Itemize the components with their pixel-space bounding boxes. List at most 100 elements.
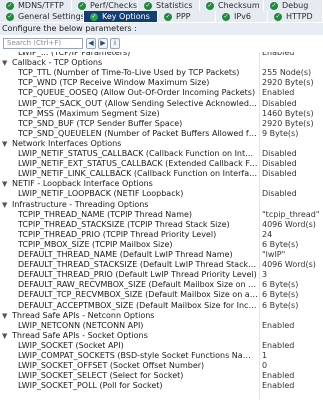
parameter-name: TCPIP_THREAD_PRIO (TCPIP Thread Priority… bbox=[18, 229, 217, 239]
parameter-row[interactable]: LWIP_SOCKET_OFFSET (Socket Offset Number… bbox=[0, 361, 323, 371]
tree-section[interactable]: ▼ Callback - TCP Options bbox=[0, 58, 323, 68]
parameter-value[interactable]: Enabled bbox=[262, 88, 294, 98]
parameter-row[interactable]: DEFAULT_ACCEPTMBOX_SIZE (Default Mailbox… bbox=[0, 301, 323, 311]
parameter-value[interactable]: Disabled bbox=[262, 189, 297, 199]
parameter-row[interactable]: LWIP_NETIF_LOOPBACK (NETIF Loopback) Disa… bbox=[0, 189, 323, 199]
parameter-row[interactable]: LWIP_... (TCP/IP Parameters) Enabled bbox=[0, 52, 323, 58]
parameter-row[interactable]: LWIP_NETIF_LINK_CALLBACK (Callback Funct… bbox=[0, 169, 323, 179]
collapse-arrow-icon[interactable]: ▼ bbox=[2, 140, 7, 148]
parameter-row[interactable]: TCP_QUEUE_OOSEQ (Allow Out-Of-Order Inco… bbox=[0, 88, 323, 98]
tree-section[interactable]: ▼ Thread Safe APIs - Socket Options bbox=[0, 331, 323, 341]
parameter-value[interactable]: Enabled bbox=[262, 52, 294, 58]
check-circle-icon: ✓ bbox=[6, 1, 14, 10]
collapse-arrow-icon[interactable]: ▼ bbox=[2, 59, 7, 67]
parameter-row[interactable]: TCPIP_THREAD_STACKSIZE (TCPIP Thread Sta… bbox=[0, 220, 323, 230]
next-match-button[interactable]: ▶ bbox=[98, 38, 108, 49]
parameter-row[interactable]: TCP_WND (TCP Receive Window Maximum Size… bbox=[0, 78, 323, 88]
parameter-row[interactable]: LWIP_COMPAT_SOCKETS (BSD-style Socket Fu… bbox=[0, 351, 323, 361]
parameter-row[interactable]: TCPIP_THREAD_NAME (TCPIP Thread Name) "tc… bbox=[0, 210, 323, 220]
tab-mdns-tftp[interactable]: ✓ MDNS/TFTP bbox=[0, 0, 72, 11]
tree-section[interactable]: ▼ NETIF - Loopback Interface Options bbox=[0, 179, 323, 189]
tab-debug[interactable]: ✓ Debug bbox=[264, 0, 323, 11]
parameter-value[interactable]: Enabled bbox=[262, 371, 294, 381]
tab-label: Checksum bbox=[218, 1, 260, 10]
parameter-value[interactable]: 2920 Byte(s) bbox=[262, 119, 314, 129]
parameter-value[interactable]: 4096 Word(s) bbox=[262, 220, 316, 230]
parameter-row[interactable]: DEFAULT_RAW_RECVMBOX_SIZE (Default Mailb… bbox=[0, 280, 323, 290]
parameter-value[interactable]: Enabled bbox=[262, 381, 294, 391]
tab-ppp[interactable]: ✓ PPP bbox=[158, 11, 216, 22]
tab-bar-bottom: ✓ General Settings ✓ Key Options ✓ PPP ✓… bbox=[0, 11, 323, 22]
tab-label: General Settings bbox=[18, 12, 84, 21]
collapse-arrow-icon[interactable]: ▼ bbox=[2, 180, 7, 188]
check-circle-icon: ✓ bbox=[270, 1, 278, 10]
parameter-value[interactable]: 255 Node(s) bbox=[262, 68, 311, 78]
parameter-name: LWIP_SOCKET_POLL (Poll for Socket) bbox=[18, 381, 163, 391]
parameter-row[interactable]: LWIP_SOCKET_SELECT (Select for Socket) En… bbox=[0, 371, 323, 381]
tab-checksum[interactable]: ✓ Checksum bbox=[200, 0, 264, 11]
parameter-value[interactable]: 6 Byte(s) bbox=[262, 280, 298, 290]
parameter-row[interactable]: LWIP_SOCKET (Socket API) Enabled bbox=[0, 341, 323, 351]
toolbar: Search (Ctrl+F) ◀ ▶ i bbox=[0, 37, 323, 50]
parameter-value[interactable]: Disabled bbox=[262, 159, 297, 169]
parameter-row[interactable]: DEFAULT_TCP_RECVMBOX_SIZE (Default Mailb… bbox=[0, 290, 323, 300]
parameter-value[interactable]: 1460 Byte(s) bbox=[262, 109, 314, 119]
check-circle-icon: ✓ bbox=[144, 1, 152, 10]
previous-match-button[interactable]: ◀ bbox=[86, 38, 96, 49]
parameter-name: TCP_SND_BUF (TCP Sender Buffer Space) bbox=[18, 118, 183, 128]
tab-key-options[interactable]: ✓ Key Options bbox=[84, 11, 158, 22]
parameter-row[interactable]: LWIP_NETCONN (NETCONN API) Enabled bbox=[0, 321, 323, 331]
parameter-name: LWIP_NETCONN (NETCONN API) bbox=[18, 320, 144, 330]
tab-httpd[interactable]: ✓ HTTPD bbox=[268, 11, 323, 22]
collapse-arrow-icon[interactable]: ▼ bbox=[2, 332, 7, 340]
tab-ipv6[interactable]: ✓ IPv6 bbox=[216, 11, 268, 22]
parameter-row[interactable]: TCP_MSS (Maximum Segment Size) 1460 Byte(… bbox=[0, 109, 323, 119]
tab-label: Key Options bbox=[102, 12, 150, 21]
parameter-row[interactable]: LWIP_NETIF_EXT_STATUS_CALLBACK (Extended… bbox=[0, 159, 323, 169]
parameter-value[interactable]: 2920 Byte(s) bbox=[262, 78, 314, 88]
parameter-row[interactable]: TCPIP_THREAD_PRIO (TCPIP Thread Priority… bbox=[0, 230, 323, 240]
parameter-value[interactable]: Enabled bbox=[262, 341, 294, 351]
check-circle-icon: ✓ bbox=[6, 12, 14, 21]
parameter-row[interactable]: DEFAULT_THREAD_PRIO (Default LwIP Thread… bbox=[0, 270, 323, 280]
parameter-value[interactable]: Disabled bbox=[262, 149, 297, 159]
parameter-row[interactable]: LWIP_NETIF_STATUS_CALLBACK (Callback Fun… bbox=[0, 149, 323, 159]
parameter-value[interactable]: 9 Byte(s) bbox=[262, 129, 298, 139]
parameter-row[interactable]: TCP_SND_BUF (TCP Sender Buffer Space) 292… bbox=[0, 119, 323, 129]
parameter-row[interactable]: TCPIP_MBOX_SIZE (TCPIP Mailbox Size) 6 By… bbox=[0, 240, 323, 250]
collapse-arrow-icon[interactable]: ▼ bbox=[2, 312, 7, 320]
parameter-value[interactable]: 3 bbox=[262, 270, 267, 280]
tab-perf-checks[interactable]: ✓ Perf/Checks bbox=[72, 0, 138, 11]
parameter-row[interactable]: DEFAULT_THREAD_STACKSIZE (Default LwIP T… bbox=[0, 260, 323, 270]
parameter-value[interactable]: 24 bbox=[262, 230, 272, 240]
parameter-value[interactable]: Disabled bbox=[262, 169, 297, 179]
parameter-value[interactable]: "lwIP" bbox=[262, 250, 285, 260]
tab-statistics[interactable]: ✓ Statistics bbox=[138, 0, 200, 11]
parameter-row[interactable]: LWIP_TCP_SACK_OUT (Allow Sending Selecti… bbox=[0, 99, 323, 109]
parameter-row[interactable]: TCP_SND_QUEUELEN (Number of Packet Buffe… bbox=[0, 129, 323, 139]
parameter-value[interactable]: 4096 Word(s) bbox=[262, 260, 316, 270]
parameter-value[interactable]: Disabled bbox=[262, 99, 297, 109]
info-button[interactable]: i bbox=[110, 38, 120, 49]
check-circle-icon: ✓ bbox=[222, 12, 230, 21]
tree-section[interactable]: ▼ Thread Safe APIs - Netconn Options bbox=[0, 311, 323, 321]
tab-label: Statistics bbox=[156, 1, 193, 10]
parameter-row[interactable]: LWIP_SOCKET_POLL (Poll for Socket) Enable… bbox=[0, 381, 323, 391]
collapse-arrow-icon[interactable]: ▼ bbox=[2, 201, 7, 209]
tree-section[interactable]: ▼ Network Interfaces Options bbox=[0, 139, 323, 149]
parameter-value[interactable]: 0 bbox=[262, 361, 267, 371]
parameter-value[interactable]: 6 Byte(s) bbox=[262, 301, 298, 311]
parameter-value[interactable]: "tcpip_thread" bbox=[262, 210, 320, 220]
parameter-name: LWIP_NETIF_STATUS_CALLBACK (Callback Fun… bbox=[18, 149, 258, 158]
parameter-value[interactable]: 6 Byte(s) bbox=[262, 290, 298, 300]
parameter-row[interactable]: TCP_TTL (Number of Time-To-Live Used by … bbox=[0, 68, 323, 78]
search-input[interactable]: Search (Ctrl+F) bbox=[3, 38, 83, 49]
parameter-name: LWIP_NETIF_LOOPBACK (NETIF Loopback) bbox=[18, 189, 184, 199]
parameter-row[interactable]: DEFAULT_THREAD_NAME (Default LwIP Thread… bbox=[0, 250, 323, 260]
parameter-value[interactable]: 6 Byte(s) bbox=[262, 240, 298, 250]
parameter-value[interactable]: 1 bbox=[262, 351, 267, 361]
parameter-value[interactable]: Enabled bbox=[262, 321, 294, 331]
tab-label: HTTPD bbox=[286, 12, 313, 21]
tree-section[interactable]: ▼ Infrastructure - Threading Options bbox=[0, 200, 323, 210]
tab-general-settings[interactable]: ✓ General Settings bbox=[0, 11, 84, 22]
